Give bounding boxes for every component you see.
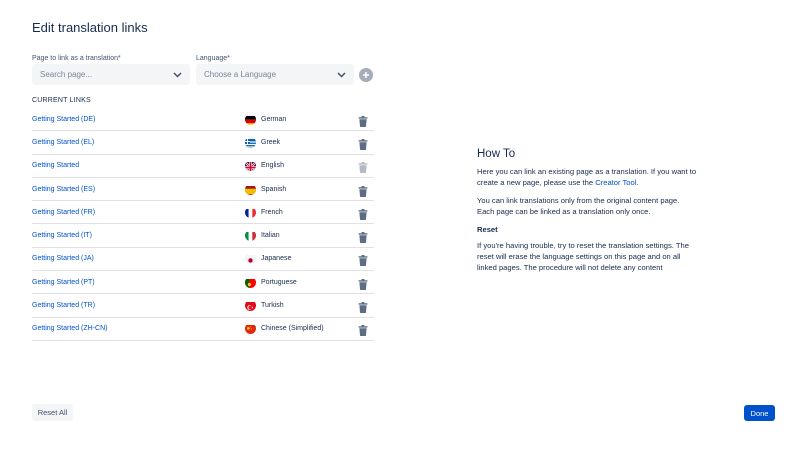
page-link[interactable]: Getting Started (ZH-CN) (32, 325, 107, 332)
howto-title: How To (477, 148, 516, 160)
france-flag-icon (245, 207, 256, 218)
link-row-es: Getting Started (ES) Spanish (32, 178, 374, 202)
chevron-down-icon (336, 70, 346, 80)
trash-icon[interactable] (358, 253, 368, 267)
language-name: Spanish (261, 185, 287, 193)
italy-flag-icon (245, 230, 256, 242)
china-flag-icon (245, 323, 256, 335)
page-search-placeholder: Search page... (40, 70, 93, 79)
language-name: French (261, 208, 283, 216)
link-row-de: Getting Started (DE) German (32, 108, 374, 132)
language-name: Italian (261, 232, 280, 240)
trash-icon[interactable] (358, 277, 368, 290)
link-row-en: Getting Started English (32, 155, 374, 178)
trash-icon[interactable] (358, 114, 368, 127)
dialog-title: Edit translation links (32, 20, 148, 35)
page-link[interactable]: Getting Started (JA) (32, 255, 94, 262)
plus-icon (363, 72, 369, 78)
language-name: Chinese (Simplified) (261, 325, 324, 333)
page-link[interactable]: Getting Started (ES) (32, 186, 95, 193)
reset-all-button[interactable]: Reset All (32, 404, 73, 421)
language-field-label: Language* (196, 55, 230, 62)
portugal-flag-icon (245, 277, 256, 288)
language-name: Portuguese (261, 278, 297, 286)
current-links-heading: CURRENT LINKS (32, 97, 91, 104)
page-link[interactable]: Getting Started (FR) (32, 209, 95, 216)
howto-intro-end: . (636, 178, 639, 188)
page-link[interactable]: Getting Started (IT) (32, 232, 92, 239)
page-search-select[interactable]: Search page... (32, 64, 190, 85)
creator-tool-link[interactable]: Creator Tool (595, 178, 636, 187)
howto-intro-text: Here you can link an existing page as a … (477, 167, 697, 188)
link-row-ja: Getting Started (JA) Japanese (32, 248, 374, 272)
link-row-pt: Getting Started (PT) Portuguese (32, 271, 374, 295)
link-row-el: Getting Started (EL) Greek (32, 131, 374, 155)
link-row-zh-cn: Getting Started (ZH-CN) Chinese (Simplif… (32, 318, 374, 341)
page-link[interactable]: Getting Started (32, 162, 79, 169)
language-name: Turkish (261, 302, 284, 310)
page-link[interactable]: Getting Started (PT) (32, 279, 95, 286)
link-row-it: Getting Started (IT) Italian (32, 224, 374, 248)
language-select-placeholder: Choose a Language (204, 70, 277, 79)
link-row-tr: Getting Started (TR) Turkish (32, 294, 374, 318)
trash-icon[interactable] (358, 300, 368, 314)
trash-icon[interactable] (358, 207, 368, 220)
trash-icon-disabled (358, 160, 368, 174)
germany-flag-icon (245, 114, 256, 125)
howto-intro-paragraph: Here you can link an existing page as a … (477, 166, 697, 188)
done-button[interactable]: Done (744, 405, 775, 421)
reset-description-paragraph: If you're having trouble, try to reset t… (477, 241, 689, 273)
language-name: Japanese (261, 255, 292, 263)
trash-icon[interactable] (358, 184, 368, 197)
language-name: English (261, 162, 284, 170)
spain-flag-icon (245, 184, 256, 195)
current-links-table: Getting Started (DE) German Getting Star… (32, 108, 374, 341)
language-select[interactable]: Choose a Language (196, 64, 354, 85)
page-link[interactable]: Getting Started (EL) (32, 139, 94, 146)
reset-heading: Reset (477, 225, 498, 234)
page-field-label: Page to link as a translation* (32, 55, 121, 62)
trash-icon[interactable] (358, 230, 368, 244)
uk-flag-icon (245, 160, 256, 172)
add-link-button[interactable] (359, 68, 373, 82)
link-row-fr: Getting Started (FR) French (32, 201, 374, 225)
trash-icon[interactable] (358, 323, 368, 337)
turkey-flag-icon (245, 300, 256, 312)
page-link[interactable]: Getting Started (TR) (32, 302, 95, 309)
language-name: Greek (261, 138, 281, 146)
trash-icon[interactable] (358, 137, 368, 150)
page-link[interactable]: Getting Started (DE) (32, 116, 95, 123)
howto-constraints-paragraph: You can link translations only from the … (477, 196, 680, 217)
japan-flag-icon (245, 253, 256, 265)
chevron-down-icon (172, 70, 182, 80)
language-name: German (261, 115, 287, 123)
greece-flag-icon (245, 137, 256, 148)
